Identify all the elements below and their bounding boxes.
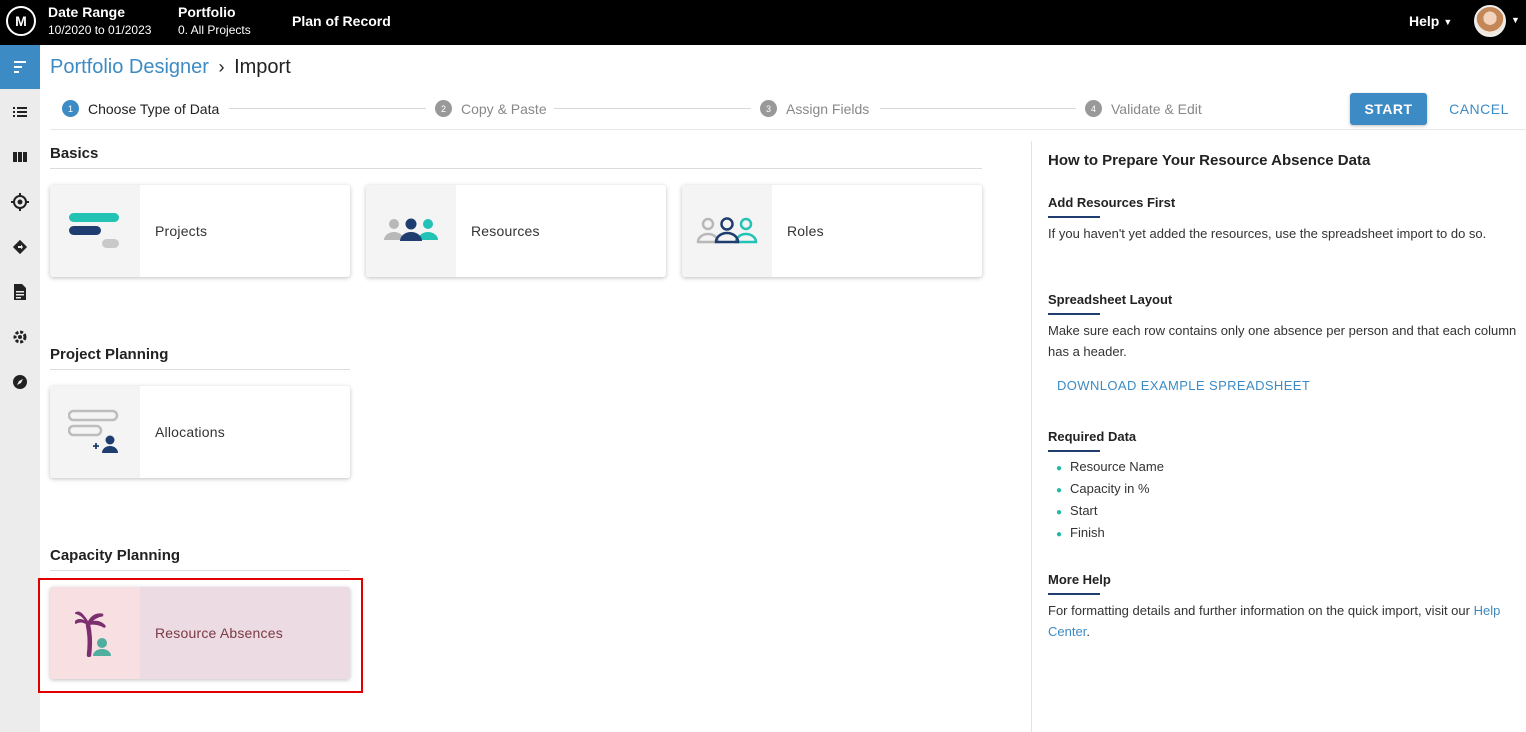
help-text-add-resources: If you haven't yet added the resources, … [1048, 226, 1487, 241]
download-example-spreadsheet-link[interactable]: DOWNLOAD EXAMPLE SPREADSHEET [1057, 378, 1310, 393]
list-item: ● Finish [1056, 525, 1105, 540]
cancel-button[interactable]: CANCEL [1444, 93, 1514, 125]
card-label: Resources [471, 223, 540, 239]
columns-icon[interactable] [0, 135, 40, 179]
projects-icon [50, 185, 140, 277]
step-label: Choose Type of Data [88, 100, 220, 117]
step-label: Copy & Paste [461, 100, 547, 117]
date-range-selector[interactable]: Date Range 10/2020 to 01/2023 [48, 4, 151, 39]
step-assign-fields[interactable]: 3 Assign Fields [760, 100, 869, 117]
app-logo[interactable]: M [6, 6, 36, 36]
left-nav-rail [0, 45, 40, 732]
menu-icon[interactable] [0, 45, 40, 89]
chevron-down-icon: ▼ [1443, 17, 1453, 27]
heading-underline [1048, 593, 1100, 595]
help-heading-required-data: Required Data [1048, 429, 1137, 444]
step-number: 3 [760, 100, 777, 117]
card-projects[interactable]: Projects [50, 185, 350, 277]
card-label: Allocations [155, 424, 225, 440]
user-avatar[interactable] [1474, 5, 1506, 37]
chevron-down-icon[interactable]: ▼ [1511, 15, 1520, 25]
help-heading-more-help: More Help [1048, 572, 1111, 587]
card-resources[interactable]: Resources [366, 185, 666, 277]
help-text-more-help: For formatting details and further infor… [1048, 603, 1501, 639]
help-heading-spreadsheet-layout: Spreadsheet Layout [1048, 292, 1173, 307]
target-icon[interactable] [0, 180, 40, 224]
list-icon[interactable] [0, 90, 40, 134]
help-label: Help [1409, 13, 1440, 29]
list-item: ● Capacity in % [1056, 481, 1150, 496]
step-number: 4 [1085, 100, 1102, 117]
section-title-project-planning: Project Planning [50, 346, 169, 363]
header-divider [50, 129, 1526, 130]
help-panel-title: How to Prepare Your Resource Absence Dat… [1048, 152, 1371, 169]
list-item: ● Start [1056, 503, 1098, 518]
allocations-icon [50, 386, 140, 478]
date-range-label: Date Range [48, 4, 126, 20]
heading-underline [1048, 216, 1100, 218]
card-roles[interactable]: Roles [682, 185, 982, 277]
step-label: Assign Fields [786, 100, 870, 117]
portfolio-value: 0. All Projects [178, 23, 251, 37]
heading-underline [1048, 313, 1100, 315]
section-title-capacity-planning: Capacity Planning [50, 547, 181, 564]
card-label: Roles [787, 223, 824, 239]
bullet-icon: ● [1056, 507, 1063, 518]
help-text-spreadsheet-layout: Make sure each row contains only one abs… [1048, 323, 1517, 359]
gear-icon[interactable] [0, 315, 40, 359]
roadmap-icon[interactable] [0, 225, 40, 269]
plan-selector[interactable]: Plan of Record [292, 13, 391, 29]
step-label: Validate & Edit [1111, 100, 1202, 117]
step-number: 1 [62, 100, 79, 117]
resources-icon [366, 185, 456, 277]
card-allocations[interactable]: Allocations [50, 386, 350, 478]
required-data-list: ● Resource Name ● Capacity in % ● Start ● Fi… [1056, 457, 1164, 545]
portfolio-label: Portfolio [178, 4, 236, 20]
card-label: Projects [155, 223, 208, 239]
stepper-connector [554, 108, 751, 109]
help-heading-add-resources: Add Resources First [1048, 195, 1176, 210]
bullet-icon: ● [1056, 529, 1063, 540]
compass-icon[interactable] [0, 360, 40, 404]
selection-highlight [38, 578, 363, 693]
section-divider [50, 168, 982, 169]
bullet-icon: ● [1056, 463, 1063, 474]
start-button[interactable]: START [1350, 93, 1427, 125]
breadcrumb: Portfolio Designer › Import [50, 56, 291, 79]
help-menu[interactable]: Help ▼ [1409, 13, 1452, 29]
step-number: 2 [435, 100, 452, 117]
breadcrumb-portfolio-designer[interactable]: Portfolio Designer [50, 56, 209, 78]
roles-icon [682, 185, 772, 277]
heading-underline [1048, 450, 1100, 452]
stepper-connector [229, 108, 426, 109]
section-title-basics: Basics [50, 145, 99, 162]
list-item: ● Resource Name [1056, 459, 1164, 474]
date-range-value: 10/2020 to 01/2023 [48, 23, 152, 37]
step-choose-type[interactable]: 1 Choose Type of Data [62, 100, 219, 117]
page-title: Import [234, 56, 291, 78]
panel-divider [1031, 141, 1032, 732]
bullet-icon: ● [1056, 485, 1063, 496]
document-icon[interactable] [0, 270, 40, 314]
step-validate-edit[interactable]: 4 Validate & Edit [1085, 100, 1202, 117]
top-bar: M Date Range 10/2020 to 01/2023 Portfoli… [0, 0, 1526, 45]
breadcrumb-separator: › [218, 57, 225, 77]
section-divider [50, 369, 350, 370]
stepper-connector [880, 108, 1076, 109]
section-divider [50, 570, 350, 571]
portfolio-selector[interactable]: Portfolio 0. All Projects [178, 4, 251, 39]
step-copy-paste[interactable]: 2 Copy & Paste [435, 100, 547, 117]
